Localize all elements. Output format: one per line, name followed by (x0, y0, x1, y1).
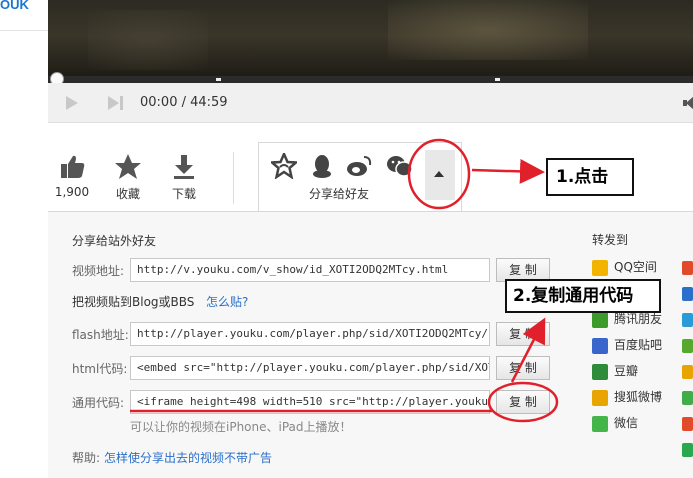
annotation-step-1: 1.点击 (546, 158, 634, 196)
annotation-step-2: 2.复制通用代码 (505, 279, 661, 313)
highlight-circle-copy (487, 381, 559, 423)
highlight-circle-expand (407, 138, 471, 210)
annotation-arrow-1 (471, 158, 545, 184)
annotation-arrow-2 (510, 317, 546, 383)
annotation-overlay (130, 138, 559, 423)
